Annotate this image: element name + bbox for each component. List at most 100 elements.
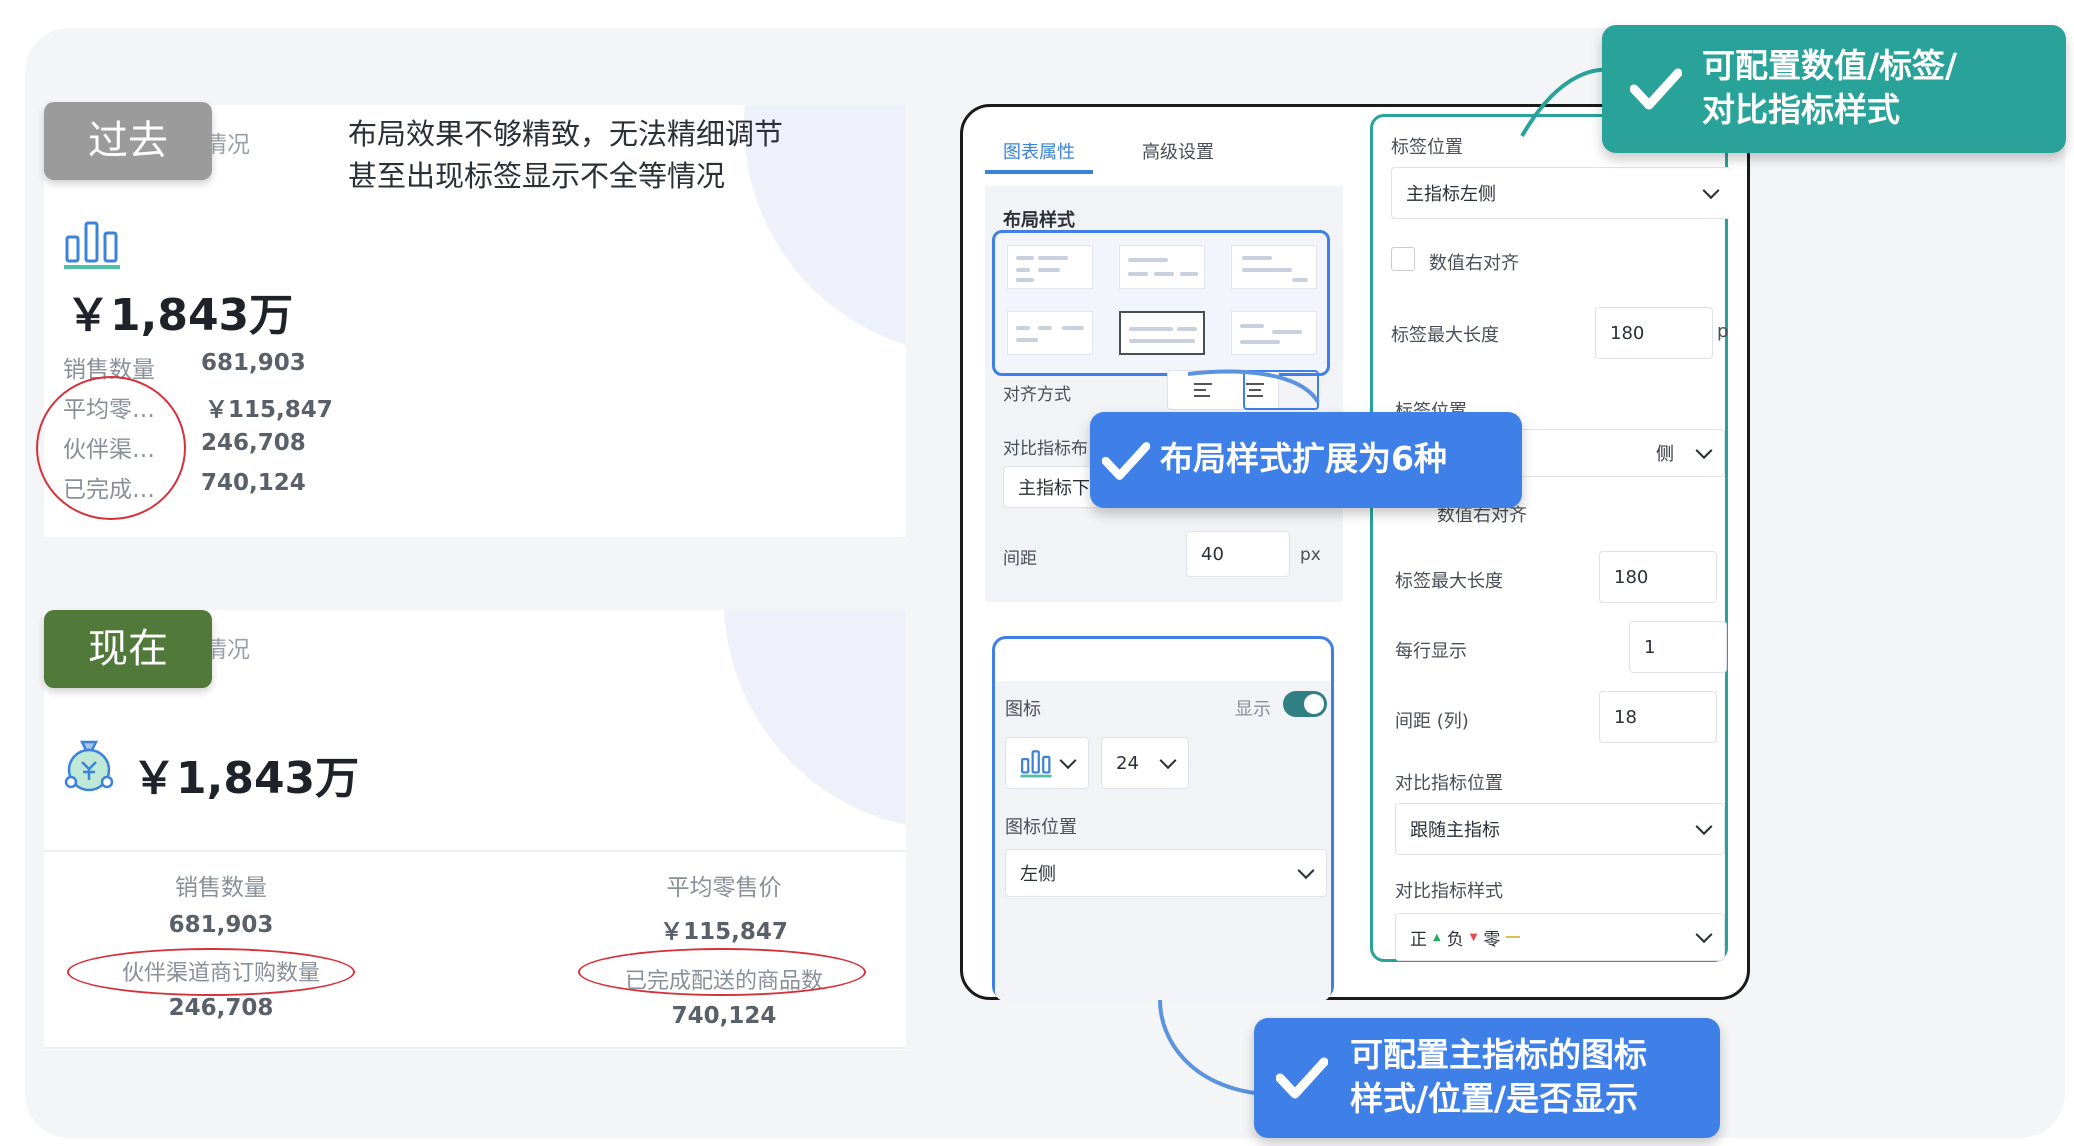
layout-option[interactable] bbox=[1007, 245, 1093, 289]
icon-size-value: 24 bbox=[1116, 752, 1139, 774]
layout-option-selected[interactable] bbox=[1119, 311, 1205, 355]
compare-layout-label: 对比指标布 bbox=[1003, 439, 1088, 459]
spacing-input[interactable]: 40 bbox=[1186, 531, 1290, 577]
compare-style-select[interactable]: 正 ▲ 负 ▼ 零 bbox=[1395, 913, 1725, 961]
chevron-down-icon bbox=[1695, 442, 1713, 460]
metric-value: 740,124 bbox=[201, 470, 306, 496]
money-bag-icon bbox=[64, 740, 114, 792]
callout-icon-settings: 可配置主指标的图标 样式/位置/是否显示 bbox=[1254, 1018, 1720, 1138]
sub-metric-value: 246,708 bbox=[168, 995, 274, 1021]
chevron-down-icon bbox=[1695, 818, 1713, 836]
sub-metric-value: 681,903 bbox=[168, 912, 274, 938]
chevron-down-icon bbox=[1297, 862, 1315, 880]
main-kpi-value: ￥1,843万 bbox=[132, 753, 360, 804]
main-kpi-value: ￥1,843万 bbox=[66, 290, 294, 341]
down-triangle-icon: ▼ bbox=[1469, 931, 1478, 943]
tab-chart-properties[interactable]: 图表属性 bbox=[1003, 138, 1075, 164]
right-align-label: 数值右对齐 bbox=[1429, 253, 1519, 274]
icon-settings-box: 图标 显示 24 图标位置 左侧 bbox=[992, 636, 1334, 1001]
full-label-highlight-oval bbox=[578, 948, 866, 996]
metric-value: 246,708 bbox=[201, 430, 306, 456]
callout-text: 布局样式扩展为6种 bbox=[1160, 439, 1447, 478]
up-triangle-icon: ▲ bbox=[1433, 931, 1441, 943]
active-tab-indicator bbox=[985, 170, 1093, 174]
callout-layout-styles: 布局样式扩展为6种 bbox=[1090, 412, 1522, 508]
sub-metric-label: 销售数量 bbox=[175, 875, 267, 901]
layout-option[interactable] bbox=[1007, 311, 1093, 355]
divider bbox=[44, 1047, 906, 1049]
label-settings-panel: 标签位置 主指标左侧 数值右对齐 标签最大长度 180 p 标签位置 侧 数值右… bbox=[1370, 114, 1731, 962]
icon-position-value: 左侧 bbox=[1020, 864, 1056, 885]
badge-after: 现在 bbox=[44, 610, 212, 688]
icon-show-label: 显示 bbox=[1235, 699, 1271, 720]
icon-settings-panel bbox=[995, 681, 1331, 1001]
max-length-input-2[interactable]: 180 bbox=[1599, 551, 1717, 603]
column-gap-label: 间距 (列) bbox=[1395, 711, 1469, 732]
infographic-stage: 情况 布局效果不够精致，无法精细调节 甚至出现标签显示不全等情况 ￥1,843万… bbox=[0, 0, 2074, 1146]
icon-style-select[interactable] bbox=[1005, 737, 1089, 789]
compare-position-label: 对比指标位置 bbox=[1395, 773, 1503, 794]
callout-line-1: 可配置数值/标签/ bbox=[1702, 46, 1958, 85]
metric-value: ￥115,847 bbox=[205, 397, 333, 423]
callout-label-styles: 可配置数值/标签/ 对比指标样式 bbox=[1602, 25, 2066, 153]
layout-option[interactable] bbox=[1231, 311, 1317, 355]
icon-show-toggle[interactable] bbox=[1283, 691, 1327, 717]
sub-metric-value: 740,124 bbox=[671, 1003, 777, 1029]
icon-label: 图标 bbox=[1005, 699, 1041, 720]
metric-value: 681,903 bbox=[201, 350, 306, 376]
callout-line-2: 样式/位置/是否显示 bbox=[1350, 1079, 1639, 1118]
layout-option[interactable] bbox=[1119, 245, 1205, 289]
layout-option[interactable] bbox=[1231, 245, 1317, 289]
issue-description: 布局效果不够精致，无法精细调节 甚至出现标签显示不全等情况 bbox=[348, 113, 783, 197]
per-row-input[interactable]: 1 bbox=[1629, 621, 1727, 673]
per-row-label: 每行显示 bbox=[1395, 641, 1467, 662]
bar-chart-icon bbox=[1020, 750, 1052, 778]
issue-line-1: 布局效果不够精致，无法精细调节 bbox=[348, 117, 784, 151]
align-label: 对齐方式 bbox=[1003, 385, 1071, 405]
label-position-label: 标签位置 bbox=[1391, 137, 1463, 158]
max-length-unit: p bbox=[1717, 321, 1729, 342]
max-length-input[interactable]: 180 bbox=[1595, 307, 1713, 359]
right-align-checkbox[interactable] bbox=[1391, 247, 1415, 271]
bar-chart-icon bbox=[64, 221, 120, 269]
tab-advanced-settings[interactable]: 高级设置 bbox=[1142, 138, 1214, 164]
issue-line-2: 甚至出现标签显示不全等情况 bbox=[348, 159, 726, 193]
compare-style-label: 对比指标样式 bbox=[1395, 881, 1503, 902]
layout-style-label: 布局样式 bbox=[1003, 210, 1075, 231]
compare-style-neg: 负 bbox=[1446, 929, 1464, 950]
sub-metric-left: 销售数量 681,903 伙伴渠道商订购数量 246,708 bbox=[71, 868, 371, 1021]
divider bbox=[44, 850, 906, 852]
dash-icon bbox=[1506, 936, 1521, 938]
align-selected-indicator bbox=[1243, 370, 1319, 410]
label-position-value-2: 侧 bbox=[1656, 444, 1674, 465]
full-label-highlight-oval bbox=[67, 948, 355, 996]
callout-line-2: 对比指标样式 bbox=[1702, 90, 1900, 129]
icon-size-select[interactable]: 24 bbox=[1101, 737, 1189, 789]
label-position-select[interactable]: 主指标左侧 bbox=[1391, 167, 1731, 219]
chevron-down-icon bbox=[1059, 752, 1077, 770]
layout-style-picker bbox=[992, 230, 1330, 376]
chevron-down-icon bbox=[1702, 182, 1720, 200]
compare-position-value: 跟随主指标 bbox=[1410, 820, 1500, 841]
max-length-label: 标签最大长度 bbox=[1391, 325, 1499, 346]
compare-style-zero: 零 bbox=[1483, 929, 1501, 950]
compare-position-select[interactable]: 跟随主指标 bbox=[1395, 803, 1725, 855]
column-gap-input[interactable]: 18 bbox=[1599, 691, 1717, 743]
sub-metric-label: 平均零售价 bbox=[666, 875, 782, 901]
icon-position-label: 图标位置 bbox=[1005, 817, 1077, 838]
truncation-highlight-circle bbox=[36, 376, 186, 520]
sub-metric-value: ￥115,847 bbox=[660, 919, 788, 945]
compare-style-pos: 正 bbox=[1410, 929, 1427, 950]
spacing-unit: px bbox=[1300, 545, 1321, 565]
check-icon bbox=[1630, 68, 1682, 110]
card-decoration bbox=[724, 610, 906, 830]
badge-before: 过去 bbox=[44, 102, 212, 180]
check-icon bbox=[1102, 442, 1150, 480]
chevron-down-icon bbox=[1695, 926, 1713, 944]
align-left-icon[interactable] bbox=[1194, 382, 1212, 398]
spacing-label: 间距 bbox=[1003, 549, 1037, 569]
icon-position-select[interactable]: 左侧 bbox=[1005, 849, 1327, 897]
label-position-value: 主指标左侧 bbox=[1406, 184, 1496, 205]
check-icon bbox=[1276, 1057, 1328, 1099]
callout-line-1: 可配置主指标的图标 bbox=[1350, 1035, 1647, 1074]
